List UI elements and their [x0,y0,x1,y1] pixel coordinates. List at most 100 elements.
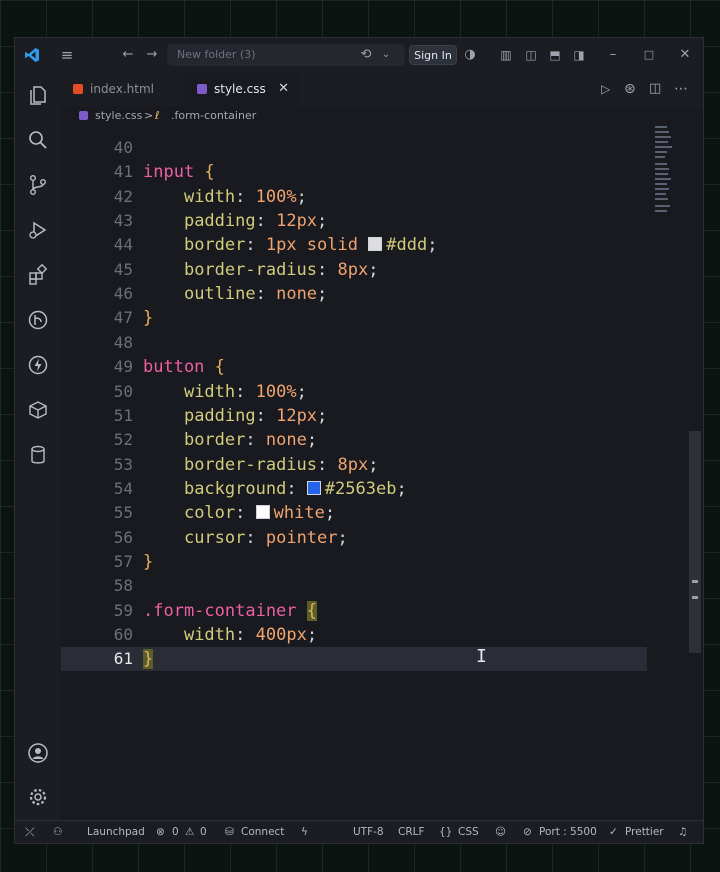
code-line[interactable]: 51 padding: 12px; [61,404,691,428]
code-line[interactable]: 44 border: 1px solid #ddd; [61,233,691,257]
maximize-icon[interactable]: □ [639,38,659,72]
line-number: 42 [113,186,133,206]
code-line[interactable]: 55 color: white; [61,501,691,525]
tab-style-css[interactable]: style.css ✕ [185,72,299,106]
close-tab-icon[interactable]: ✕ [278,72,289,106]
menu-icon[interactable]: ≡ [57,38,77,72]
braces-icon: {} [439,826,453,838]
code-line[interactable]: 59 .form-container { [61,599,691,623]
run-icon[interactable]: ▷ [601,72,610,106]
chevron-down-icon[interactable]: ⌄ [379,38,393,72]
copilot-status-icon[interactable]: ☺ [495,821,506,843]
explorer-icon[interactable] [27,84,49,106]
gitlens-icon[interactable] [27,309,49,331]
more-actions-icon[interactable]: ⋯ [674,72,688,106]
lightning-icon[interactable]: ϟ [301,821,308,843]
account-icon[interactable] [27,742,49,764]
line-content: border-radius: 8px; [183,259,379,280]
code-line[interactable]: 42 width: 100%; [61,185,691,209]
code-line[interactable]: 54 background: #2563eb; [61,477,691,501]
code-line[interactable]: 60 width: 400px; [61,623,691,647]
thunder-client-icon[interactable] [27,354,49,376]
css-value: none [276,284,318,305]
customize-layout-icon[interactable]: ▥ [497,38,515,72]
run-debug-icon[interactable] [27,219,49,241]
launchpad-button[interactable]: Launchpad [87,821,145,843]
css-property: width [183,625,236,645]
code-line[interactable]: 43 padding: 12px; [61,209,691,233]
code-line[interactable]: 53 border-radius: 8px; [61,453,691,477]
code-line[interactable]: 49 button { [61,355,691,379]
activity-bar [15,72,61,822]
toggle-secondary-sidebar-icon[interactable]: ◨ [570,38,588,72]
warning-count[interactable]: 0 [200,821,207,843]
css-property: width [183,381,236,402]
line-number: 43 [113,211,133,231]
notifications-bell-icon[interactable]: ♫ [678,821,687,843]
tab-index-html[interactable]: index.html [71,72,183,106]
accounts-pie-icon[interactable]: ◑ [461,38,479,72]
toggle-panel-icon[interactable]: ⬒ [546,38,564,72]
code-line[interactable]: 52 border: none; [61,428,691,452]
split-editor-icon[interactable]: ◫ [649,72,661,106]
code-line[interactable]: 61} [61,647,647,672]
open-brace: { [306,600,318,621]
port-icon: ⊘ [523,826,532,838]
minimap[interactable] [653,126,675,226]
connect-button[interactable]: Connect [241,821,284,843]
css-property: outline [183,284,256,305]
code-line[interactable]: 56 cursor: pointer; [61,526,691,550]
remote-icon[interactable]: ⤫ [25,821,35,843]
vertical-scrollbar[interactable] [689,431,701,653]
open-brace: { [204,357,225,378]
error-count[interactable]: 0 [172,821,179,843]
line-number: 56 [113,527,133,547]
toggle-sidebar-icon[interactable]: ◫ [522,38,540,72]
open-brace: { [194,162,215,183]
minimize-icon[interactable]: – [603,38,623,72]
code-editor[interactable]: 40 41 input {42 width: 100%; 43 padding: 12… [61,126,691,816]
copilot-icon[interactable]: ⟲ [355,38,377,72]
color-swatch[interactable] [368,237,383,252]
prettier-status[interactable]: Prettier [625,821,664,843]
extensions-icon[interactable] [27,263,49,286]
line-content: padding: 12px; [183,211,328,232]
code-line[interactable]: 48 [61,331,691,355]
back-arrow-icon[interactable]: ← [119,38,137,72]
live-server-port[interactable]: Port : 5500 [539,821,597,843]
breadcrumb-file[interactable]: style.css [95,106,142,126]
line-number: 59 [113,600,133,620]
code-line[interactable]: 58 [61,574,691,598]
code-line[interactable]: 57} [61,550,691,574]
code-line[interactable]: 41 input { [61,160,691,184]
close-window-icon[interactable]: ✕ [675,38,695,72]
code-line[interactable]: 46 outline: none; [61,282,691,306]
line-number: 51 [113,405,133,425]
encoding-selector[interactable]: UTF-8 [353,821,384,843]
source-control-icon[interactable] [27,174,49,196]
check-icon: ✓ [609,826,618,838]
code-line[interactable]: 40 [61,136,691,160]
database-icon[interactable] [27,444,49,466]
code-line[interactable]: 47} [61,306,691,330]
breadcrumb-symbol[interactable]: .form-container [171,106,256,126]
line-number: 40 [113,138,133,157]
code-line[interactable]: 45 border-radius: 8px; [61,258,691,282]
css-value: none [265,430,307,451]
sign-in-button[interactable]: Sign In [409,45,457,65]
color-swatch[interactable] [306,480,321,495]
line-content: } [143,306,153,330]
settings-gear-icon[interactable] [27,786,49,808]
package-icon[interactable] [27,399,49,421]
code-line[interactable]: 50 width: 100%; [61,380,691,404]
search-icon[interactable] [27,129,49,151]
color-swatch[interactable] [255,505,270,520]
forward-arrow-icon[interactable]: → [143,38,161,72]
language-selector[interactable]: CSS [458,821,479,843]
css-value: 8px [337,454,369,475]
copilot-chat-icon[interactable]: ⊛ [624,72,636,106]
eol-selector[interactable]: CRLF [398,821,425,843]
scroll-marker [692,580,698,583]
close-brace: } [143,551,154,572]
css-selector: .form-container [143,600,297,621]
